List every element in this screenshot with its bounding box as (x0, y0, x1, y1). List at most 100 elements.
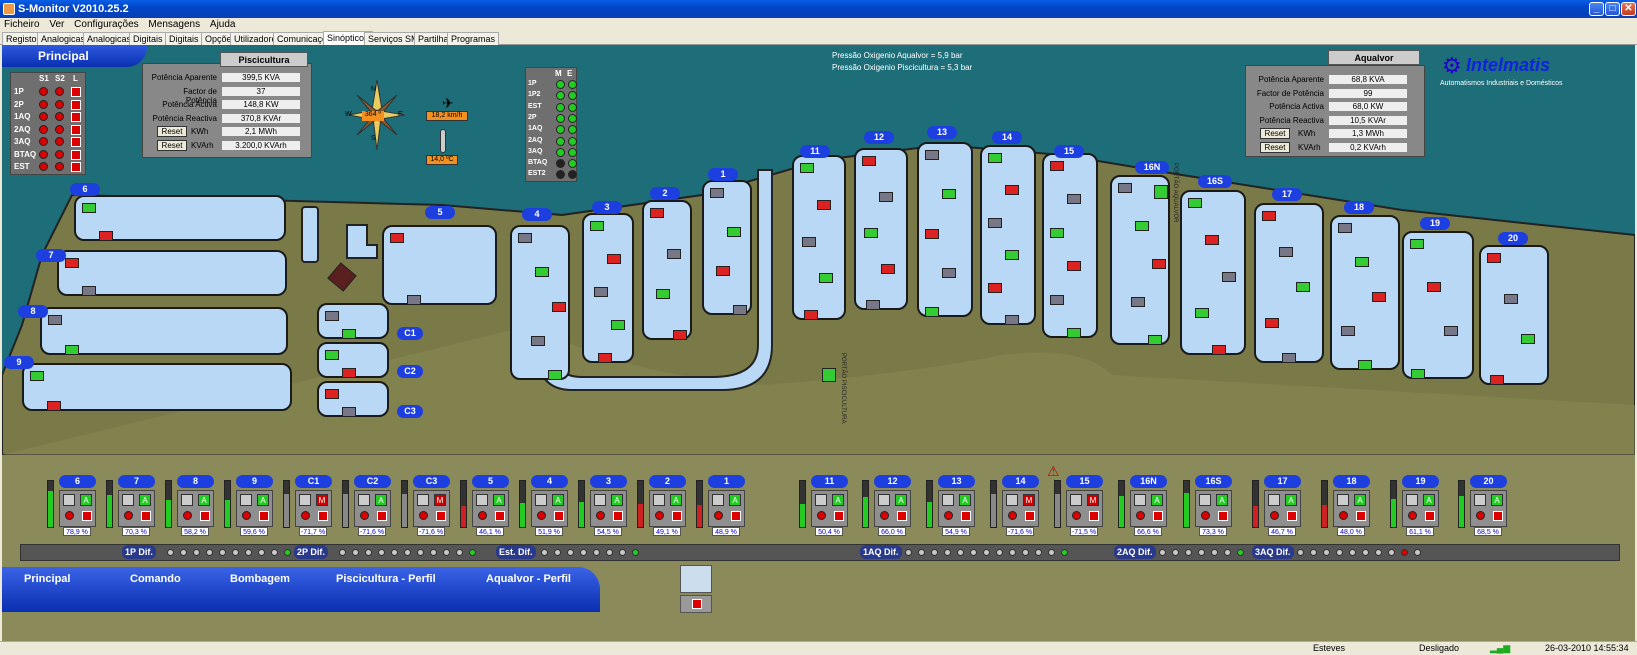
aerator-icon[interactable] (727, 227, 741, 237)
nav-principal-top[interactable]: Principal (2, 45, 147, 67)
pond-16N[interactable] (1110, 175, 1170, 345)
aerator-icon[interactable] (988, 282, 1002, 293)
aerator-icon[interactable] (325, 389, 339, 399)
card-tag-20[interactable]: 20 (1470, 475, 1507, 488)
card-20[interactable]: A (1470, 490, 1507, 527)
aerator-icon[interactable] (862, 156, 876, 166)
pond-tag-18[interactable]: 18 (1344, 201, 1374, 214)
aerator-icon[interactable] (1118, 183, 1132, 193)
pond-9[interactable] (22, 363, 292, 411)
aerator-icon[interactable] (82, 286, 96, 296)
lamp-reset-button[interactable] (71, 124, 81, 135)
aerator-icon[interactable] (1444, 325, 1458, 336)
stop-icon[interactable] (1493, 511, 1503, 521)
pond-tag-C2[interactable]: C2 (397, 365, 423, 378)
aerator-icon[interactable] (1279, 246, 1293, 257)
aerator-icon[interactable] (1131, 297, 1145, 307)
pond-13[interactable] (917, 142, 973, 317)
aerator-icon[interactable] (342, 329, 356, 339)
aerator-icon[interactable] (804, 310, 818, 320)
lamp-reset-button[interactable] (71, 112, 81, 122)
aerator-icon[interactable] (1050, 161, 1064, 171)
card-8[interactable]: A (177, 490, 214, 527)
aerator-icon[interactable] (1265, 317, 1279, 328)
aerator-icon[interactable] (673, 330, 687, 340)
aerator-icon[interactable] (879, 192, 893, 202)
aerator-icon[interactable] (650, 208, 664, 218)
card-tag-6[interactable]: 6 (59, 475, 96, 488)
pond-tag-14[interactable]: 14 (992, 131, 1022, 144)
stop-icon[interactable] (613, 511, 623, 521)
stop-icon[interactable] (141, 511, 151, 521)
lamp-reset-button[interactable] (71, 87, 81, 97)
reset-button[interactable]: Reset (1260, 141, 1290, 153)
reset-button[interactable]: Reset (157, 139, 187, 151)
pond-tag-13[interactable]: 13 (927, 126, 957, 139)
aerator-icon[interactable] (1212, 345, 1226, 355)
pond-tag-2[interactable]: 2 (650, 187, 680, 200)
card-19[interactable]: A (1402, 490, 1439, 527)
card-4[interactable]: A (531, 490, 568, 527)
aerator-icon[interactable] (30, 371, 44, 381)
pond-C3[interactable] (317, 381, 389, 417)
card-16N[interactable]: A (1130, 490, 1167, 527)
aerator-icon[interactable] (1487, 253, 1501, 263)
aerator-icon[interactable] (817, 199, 831, 210)
card-tag-15[interactable]: 15 (1066, 475, 1103, 488)
card-15[interactable]: M (1066, 490, 1103, 527)
aerator-icon[interactable] (1050, 227, 1064, 238)
aerator-icon[interactable] (548, 370, 562, 380)
nav-piscicultura-perfil[interactable]: Piscicultura - Perfil (336, 573, 436, 585)
pond-tag-11[interactable]: 11 (800, 145, 830, 158)
card-18[interactable]: A (1333, 490, 1370, 527)
stop-button[interactable] (680, 595, 712, 613)
card-tag-C3[interactable]: C3 (413, 475, 450, 488)
pond-3[interactable] (582, 213, 634, 363)
aerator-icon[interactable] (925, 228, 939, 239)
aerator-icon[interactable] (1005, 250, 1019, 261)
aerator-icon[interactable] (342, 368, 356, 378)
pond-tag-1[interactable]: 1 (708, 168, 738, 181)
card-tag-2[interactable]: 2 (649, 475, 686, 488)
aerator-icon[interactable] (1427, 282, 1441, 293)
card-17[interactable]: A (1264, 490, 1301, 527)
nav-comando[interactable]: Comando (130, 573, 181, 585)
pond-tag-9[interactable]: 9 (4, 356, 34, 369)
menu-ver[interactable]: Ver (49, 19, 64, 30)
card-tag-16N[interactable]: 16N (1130, 475, 1167, 488)
aerator-icon[interactable] (611, 320, 625, 330)
aerator-icon[interactable] (47, 401, 61, 411)
nav-principal[interactable]: Principal (24, 573, 70, 585)
aerator-icon[interactable] (1148, 335, 1162, 345)
aerator-icon[interactable] (1504, 293, 1518, 304)
aerator-icon[interactable] (988, 217, 1002, 228)
stop-icon[interactable] (961, 511, 971, 521)
aerator-icon[interactable] (925, 150, 939, 160)
pond-tag-17[interactable]: 17 (1272, 188, 1302, 201)
aerator-icon[interactable] (48, 315, 62, 325)
card-C3[interactable]: M (413, 490, 450, 527)
aerator-icon[interactable] (1067, 261, 1081, 272)
stop-icon[interactable] (436, 511, 446, 521)
stop-icon[interactable] (82, 511, 92, 521)
pond-tag-C1[interactable]: C1 (397, 327, 423, 340)
pond-4[interactable] (510, 225, 570, 380)
card-tag-4[interactable]: 4 (531, 475, 568, 488)
aerator-icon[interactable] (390, 233, 404, 243)
card-13[interactable]: A (938, 490, 975, 527)
aerator-icon[interactable] (65, 258, 79, 268)
aerator-icon[interactable] (710, 188, 724, 198)
card-tag-5[interactable]: 5 (472, 475, 509, 488)
aerator-icon[interactable] (325, 350, 339, 360)
pond-5[interactable] (382, 225, 497, 305)
card-12[interactable]: A (874, 490, 911, 527)
stop-icon[interactable] (834, 511, 844, 521)
aerator-icon[interactable] (1296, 282, 1310, 292)
pond-tag-3[interactable]: 3 (592, 201, 622, 214)
aerator-icon[interactable] (82, 203, 96, 213)
aerator-icon[interactable] (866, 300, 880, 310)
stop-icon[interactable] (1218, 511, 1228, 521)
aerator-icon[interactable] (65, 345, 79, 355)
stop-icon[interactable] (377, 511, 387, 521)
pond-tag-C3[interactable]: C3 (397, 405, 423, 418)
